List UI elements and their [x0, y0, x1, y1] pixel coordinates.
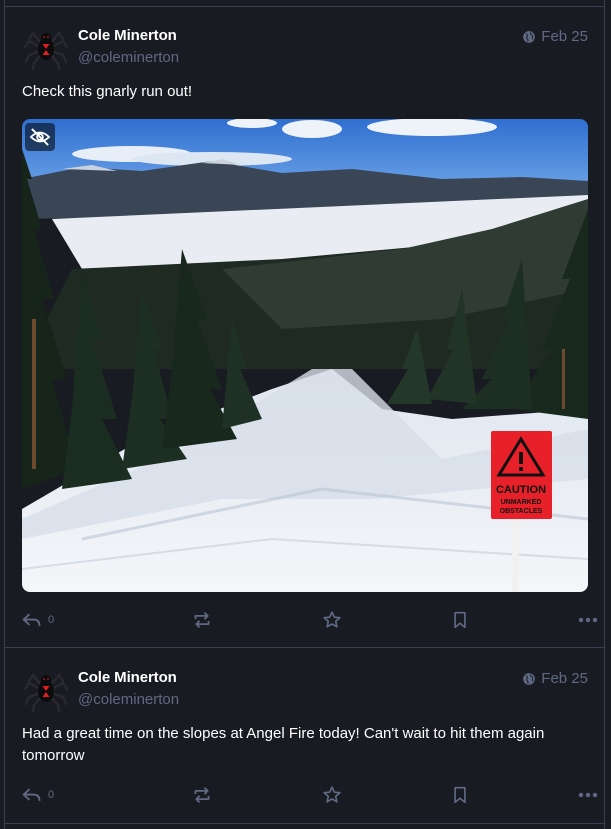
status-card[interactable]: Cole Minerton @coleminerton Feb 25 Check… [5, 7, 604, 648]
sign-text-3: OBSTACLES [500, 508, 543, 515]
account-handle[interactable]: @coleminerton [78, 691, 179, 708]
boost-button[interactable] [192, 786, 212, 804]
action-bar: 0 [22, 783, 598, 807]
timeline: Cole Minerton @coleminerton Feb 25 Check… [4, 0, 605, 829]
spider-avatar-icon [23, 25, 69, 71]
boost-icon [194, 611, 210, 629]
star-icon [323, 611, 341, 628]
sign-text-2: UNMARKED [501, 499, 542, 506]
hide-media-button[interactable] [25, 123, 55, 151]
sign-text-1: CAUTION [496, 484, 546, 496]
media-attachment[interactable]: CAUTION UNMARKED OBSTACLES [22, 119, 588, 592]
favourite-button[interactable] [322, 610, 342, 630]
status-meta[interactable]: Feb 25 [522, 670, 588, 687]
action-bar: 0 [22, 608, 598, 632]
avatar[interactable] [23, 25, 69, 71]
status-meta[interactable]: Feb 25 [522, 28, 588, 45]
ski-slope-photo: CAUTION UNMARKED OBSTACLES [22, 119, 588, 592]
boost-button[interactable] [192, 611, 212, 629]
reply-button[interactable]: 0 [22, 611, 82, 629]
reply-button[interactable]: 0 [22, 786, 82, 804]
favourite-button[interactable] [322, 785, 342, 805]
bookmark-icon [454, 786, 466, 804]
avatar[interactable] [23, 667, 69, 713]
display-name[interactable]: Cole Minerton [78, 669, 177, 686]
more-icon [578, 792, 598, 798]
eye-off-icon [29, 128, 51, 146]
more-icon [578, 617, 598, 623]
spider-avatar-icon [23, 667, 69, 713]
bookmark-button[interactable] [452, 786, 468, 804]
more-button[interactable] [578, 617, 598, 623]
globe-icon [523, 30, 536, 43]
status-card[interactable]: Cole Minerton @coleminerton Feb 25 Had a… [5, 649, 604, 824]
status-content: Check this gnarly run out! [22, 83, 193, 100]
boost-icon [194, 786, 210, 804]
status-date[interactable]: Feb 25 [541, 670, 588, 687]
bookmark-icon [454, 611, 466, 629]
more-button[interactable] [578, 792, 598, 798]
display-name[interactable]: Cole Minerton [78, 27, 177, 44]
reply-icon [22, 788, 41, 801]
account-handle[interactable]: @coleminerton [78, 49, 179, 66]
status-date[interactable]: Feb 25 [541, 28, 588, 45]
globe-icon [523, 672, 536, 685]
reply-count: 0 [48, 789, 55, 801]
reply-icon [22, 613, 41, 626]
bookmark-button[interactable] [452, 611, 468, 629]
star-icon [323, 786, 341, 803]
reply-count: 0 [48, 614, 55, 626]
status-content: Had a great time on the slopes at Angel … [22, 725, 545, 764]
